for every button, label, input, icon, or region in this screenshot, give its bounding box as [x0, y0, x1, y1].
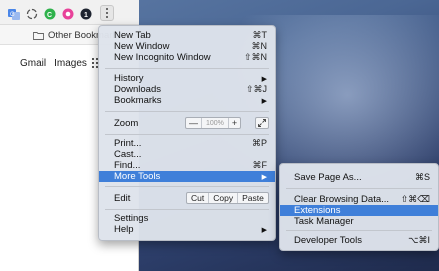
menu-item-task-manager[interactable]: Task Manager [280, 216, 438, 227]
shortcut-label: ⌘F [252, 160, 268, 170]
menu-separator [105, 111, 269, 112]
recycle-extension-icon[interactable] [26, 8, 38, 20]
menu-item-bookmarks[interactable]: Bookmarks ▶ [99, 95, 275, 106]
menu-item-label: Save Page As... [294, 172, 362, 183]
svg-text:C: C [47, 12, 52, 19]
menu-item-label: Edit [114, 192, 131, 204]
submenu-arrow-icon: ▶ [261, 226, 267, 234]
menu-item-settings[interactable]: Settings [99, 213, 275, 224]
menu-separator [105, 134, 269, 135]
zoom-out-button[interactable]: — [186, 118, 201, 128]
edit-controls: Cut Copy Paste [186, 192, 269, 204]
shortcut-label: ⌥⌘I [408, 235, 430, 245]
menu-item-label: Help [114, 224, 134, 235]
shortcut-label: ⌘P [251, 138, 267, 148]
shortcut-label: ⇧⌘N [243, 52, 267, 62]
submenu-arrow-icon: ▶ [261, 173, 267, 181]
menu-separator [286, 188, 432, 189]
menu-item-label: Settings [114, 213, 149, 224]
menu-item-history[interactable]: History ▶ [99, 73, 275, 84]
google-header-links: Gmail Images [20, 58, 87, 69]
menu-item-edit: Edit Cut Copy Paste [99, 190, 275, 206]
shortcut-label: ⌘S [414, 172, 430, 182]
menu-item-extensions[interactable]: Extensions [280, 205, 438, 216]
menu-separator [105, 68, 269, 69]
menu-separator [105, 209, 269, 210]
svg-text:G: G [10, 12, 15, 18]
chrome-menu-button[interactable] [100, 5, 114, 21]
browser-toolbar: G C 1 [0, 0, 139, 25]
menu-item-new-tab[interactable]: New Tab ⌘T [99, 30, 275, 41]
zoom-control: — 100% + [185, 117, 242, 129]
menu-item-new-incognito-window[interactable]: New Incognito Window ⇧⌘N [99, 52, 275, 63]
more-tools-submenu: Save Page As... ⌘S Clear Browsing Data..… [279, 163, 439, 251]
submenu-arrow-icon: ▶ [261, 97, 267, 105]
menu-item-find[interactable]: Find... ⌘F [99, 160, 275, 171]
menu-item-cast[interactable]: Cast... [99, 149, 275, 160]
translate-extension-icon[interactable]: G [8, 8, 20, 20]
menu-dot-icon [106, 12, 108, 14]
shortcut-label: ⌘T [252, 30, 268, 40]
menu-separator [286, 230, 432, 231]
menu-item-save-page-as[interactable]: Save Page As... ⌘S [280, 172, 438, 183]
menu-item-clear-browsing-data[interactable]: Clear Browsing Data... ⇧⌘⌫ [280, 194, 438, 205]
paste-button[interactable]: Paste [237, 193, 268, 203]
shortcut-label: ⌘N [251, 41, 268, 51]
zoom-level: 100% [201, 118, 229, 128]
menu-item-developer-tools[interactable]: Developer Tools ⌥⌘I [280, 235, 438, 246]
menu-item-label: Cast... [114, 149, 142, 160]
menu-item-label: Clear Browsing Data... [294, 194, 390, 205]
menu-separator [105, 186, 269, 187]
menu-dot-icon [106, 16, 108, 18]
images-link[interactable]: Images [54, 58, 87, 69]
menu-item-label: More Tools [114, 171, 161, 182]
chrome-main-menu: New Tab ⌘T New Window ⌘N New Incognito W… [98, 25, 276, 241]
menu-item-label: New Tab [114, 30, 151, 41]
menu-dot-icon [106, 8, 108, 10]
menu-item-downloads[interactable]: Downloads ⇧⌘J [99, 84, 275, 95]
menu-item-more-tools[interactable]: More Tools ▶ [99, 171, 275, 182]
cut-button[interactable]: Cut [187, 193, 208, 203]
copy-button[interactable]: Copy [208, 193, 237, 203]
submenu-arrow-icon: ▶ [261, 75, 267, 83]
menu-item-new-window[interactable]: New Window ⌘N [99, 41, 275, 52]
menu-item-label: Print... [114, 138, 142, 149]
menu-item-label: Downloads [114, 84, 161, 95]
menu-item-label: Zoom [114, 117, 139, 129]
pink-extension-icon[interactable] [62, 8, 74, 20]
green-extension-icon[interactable]: C [44, 8, 56, 20]
menu-item-print[interactable]: Print... ⌘P [99, 138, 275, 149]
menu-item-label: New Window [114, 41, 170, 52]
fullscreen-button[interactable] [255, 117, 269, 129]
menu-item-label: Find... [114, 160, 141, 171]
menu-item-zoom: Zoom — 100% + [99, 115, 275, 131]
dark-extension-icon[interactable]: 1 [80, 8, 92, 20]
svg-text:1: 1 [84, 12, 88, 19]
menu-item-label: Task Manager [294, 216, 354, 227]
menu-item-label: Extensions [294, 205, 341, 216]
folder-icon [33, 31, 44, 40]
fullscreen-icon [258, 119, 266, 127]
shortcut-label: ⇧⌘⌫ [400, 194, 430, 204]
shortcut-label: ⇧⌘J [245, 84, 267, 94]
menu-item-help[interactable]: Help ▶ [99, 224, 275, 235]
menu-item-label: History [114, 73, 144, 84]
zoom-in-button[interactable]: + [229, 118, 240, 128]
menu-item-label: Developer Tools [294, 235, 362, 246]
menu-item-label: Bookmarks [114, 95, 162, 106]
menu-item-label: New Incognito Window [114, 52, 211, 63]
gmail-link[interactable]: Gmail [20, 58, 46, 69]
